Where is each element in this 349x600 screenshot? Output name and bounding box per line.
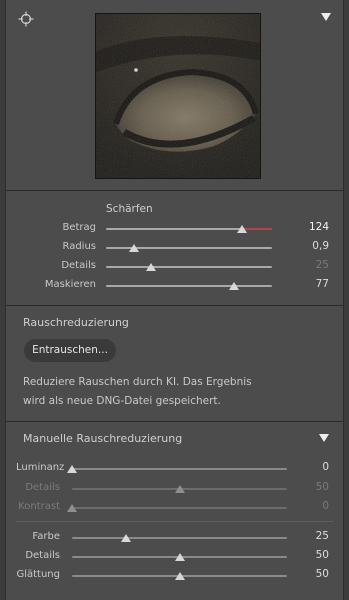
detail-preview-image[interactable] (95, 13, 261, 179)
slider-thumb[interactable] (67, 504, 77, 512)
slider-label: Luminanz (16, 462, 65, 473)
slider-label: Details (25, 482, 60, 493)
divider (6, 305, 343, 306)
slider-thumb[interactable] (120, 534, 131, 542)
slider-value[interactable]: 77 (289, 278, 329, 290)
slider-thumb[interactable] (174, 553, 185, 561)
slider-label: Details (25, 550, 60, 561)
slider-value[interactable]: 0,9 (289, 240, 329, 252)
group-divider (16, 521, 333, 522)
slider-thumb[interactable] (228, 282, 239, 290)
slider-thumb[interactable] (145, 263, 156, 271)
target-adjustment-icon[interactable] (18, 11, 34, 27)
slider-track[interactable] (72, 537, 287, 539)
slider-thumb[interactable] (67, 465, 77, 473)
slider-label: Glättung (16, 569, 60, 580)
slider-label: Maskieren (44, 279, 96, 290)
slider-track[interactable] (106, 285, 272, 287)
slider-value[interactable]: 25 (289, 259, 329, 271)
slider-value[interactable]: 50 (289, 549, 329, 561)
sharpen-title: Schärfen (106, 203, 153, 215)
slider-track[interactable] (72, 507, 287, 509)
divider (6, 190, 343, 191)
slider-label: Kontrast (18, 501, 60, 512)
detail-panel: Schärfen Betrag 124 Radius 0,9 Details 25 Mask… (5, 0, 344, 600)
slider-label: Radius (62, 241, 96, 252)
divider (6, 421, 343, 422)
slider-thumb[interactable] (129, 244, 140, 252)
slider-thumb[interactable] (174, 572, 185, 580)
slider-track[interactable] (72, 468, 287, 470)
collapse-manual-icon[interactable] (319, 434, 329, 442)
denoise-button[interactable]: Entrauschen... (24, 339, 116, 362)
slider-label: Farbe (32, 531, 60, 542)
slider-value[interactable]: 25 (289, 530, 329, 542)
denoise-info-line-2: wird als neue DNG-Datei gespeichert. (23, 395, 221, 407)
slider-track[interactable] (106, 266, 272, 268)
slider-value[interactable]: 0 (289, 500, 329, 512)
noise-reduction-title: Rauschreduzierung (23, 316, 129, 329)
collapse-preview-icon[interactable] (321, 13, 331, 21)
denoise-info-line-1: Reduziere Rauschen durch KI. Das Ergebni… (23, 376, 252, 388)
slider-value[interactable]: 124 (289, 221, 329, 233)
slider-label: Betrag (62, 222, 96, 233)
slider-value[interactable]: 50 (289, 481, 329, 493)
slider-thumb[interactable] (237, 225, 248, 233)
slider-thumb[interactable] (174, 485, 185, 493)
slider-value[interactable]: 50 (289, 568, 329, 580)
slider-value[interactable]: 0 (289, 461, 329, 473)
slider-label: Details (61, 260, 96, 271)
manual-noise-reduction-title: Manuelle Rauschreduzierung (23, 432, 183, 445)
